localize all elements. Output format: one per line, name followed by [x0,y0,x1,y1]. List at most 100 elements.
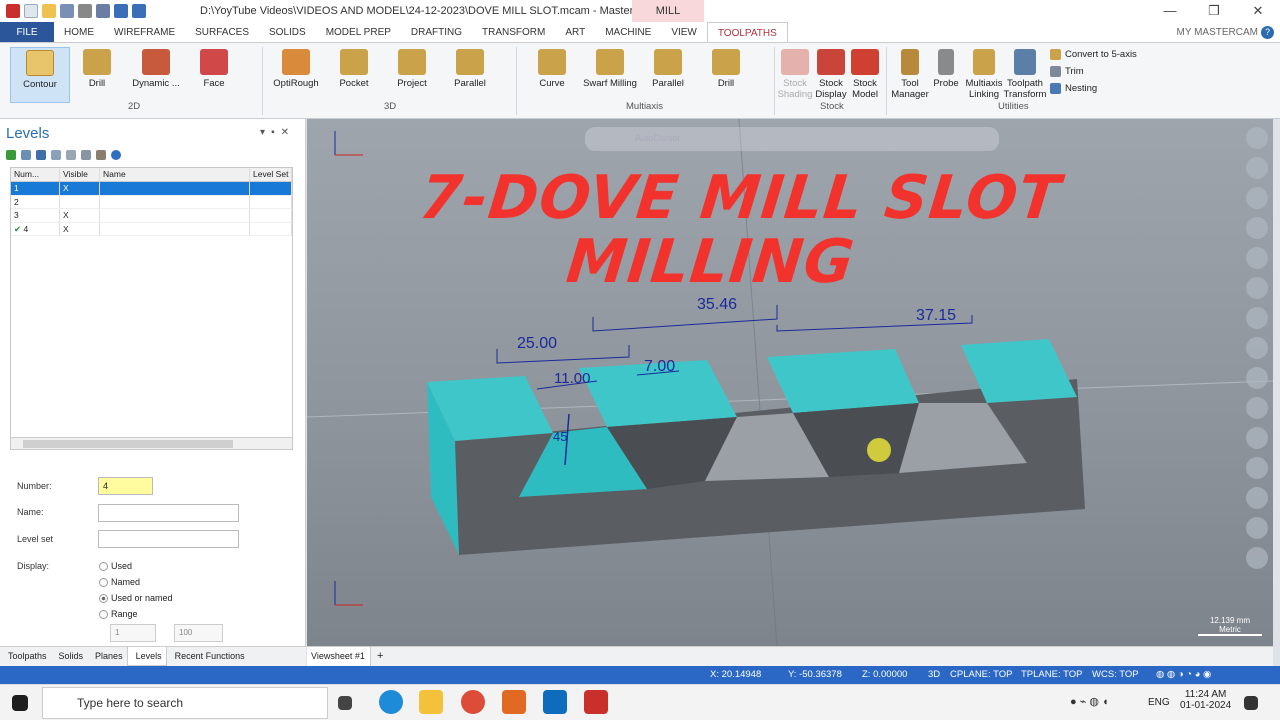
help-circle-icon[interactable] [111,150,121,160]
viewsheet-tab[interactable]: Viewsheet #1 [307,647,371,666]
tray-icons[interactable]: ● ⌁ ◍ ◖ [1070,695,1109,708]
radio-used-or-named[interactable]: Used or named [99,593,173,603]
radio-used[interactable]: Used [99,561,132,571]
level-set-field[interactable] [98,530,239,548]
toolpath-transform-button[interactable]: Toolpath Transform [1000,47,1050,103]
quick-mask-icon[interactable] [1246,337,1268,359]
quick-mask-icon[interactable] [1246,127,1268,149]
quick-mask-icon[interactable] [1246,247,1268,269]
add-level-icon[interactable] [6,150,16,160]
parallel-multi-button[interactable]: Parallel [638,47,698,103]
tab-home[interactable]: HOME [54,22,104,42]
tab-art[interactable]: ART [555,22,595,42]
tab-toolpaths-manager[interactable]: Toolpaths [0,647,51,666]
tab-surfaces[interactable]: SURFACES [185,22,259,42]
range-to-field[interactable]: 100 [174,624,223,642]
tab-model-prep[interactable]: MODEL PREP [316,22,401,42]
redo-icon[interactable] [132,4,146,18]
tab-machine[interactable]: MACHINE [595,22,661,42]
doc-icon[interactable] [81,150,91,160]
name-field[interactable] [98,504,239,522]
trim-button[interactable]: Trim [1050,66,1084,77]
tab-file[interactable]: FILE [0,22,54,42]
drill-multi-button[interactable]: Drill [696,47,756,103]
file-explorer-icon[interactable] [419,690,443,714]
radio-named[interactable]: Named [99,577,140,587]
quick-mask-icon[interactable] [1246,157,1268,179]
new-file-icon[interactable] [24,4,38,18]
windows-start-icon[interactable] [12,695,28,711]
tab-levels-manager[interactable]: Levels [126,647,167,666]
row-visible[interactable]: X [60,209,100,222]
quick-mask-icon[interactable] [1246,277,1268,299]
table-row[interactable]: 3 X [11,209,292,223]
drill-2d-button[interactable]: Drill [67,47,127,103]
tplane-status[interactable]: TPLANE: TOP [1021,669,1082,680]
scroll-thumb[interactable] [23,440,233,448]
swarf-milling-button[interactable]: Swarf Milling [580,47,640,103]
outlook-icon[interactable] [543,690,567,714]
convert-5axis-button[interactable]: Convert to 5-axis [1050,49,1137,60]
row-visible[interactable] [60,195,100,208]
edge-icon[interactable] [379,690,403,714]
pocket-button[interactable]: Pocket [324,47,384,103]
notifications-icon[interactable] [1244,696,1258,710]
quick-mask-icon[interactable] [1246,307,1268,329]
nesting-button[interactable]: Nesting [1050,83,1097,94]
mode-3d[interactable]: 3D [928,669,940,680]
graphics-viewport[interactable]: 25.00 11.00 7.00 35.46 37.15 45 AutoCurs… [307,119,1273,646]
col-visible[interactable]: Visible [60,168,100,181]
wcs-status[interactable]: WCS: TOP [1092,669,1139,680]
add-viewsheet-button[interactable]: + [377,650,383,662]
curve-button[interactable]: Curve [522,47,582,103]
quick-mask-icon[interactable] [1246,187,1268,209]
face-button[interactable]: Face [184,47,244,103]
tab-toolpaths[interactable]: TOOLPATHS [706,22,788,42]
optirough-button[interactable]: OptiRough [266,47,326,103]
row-visible[interactable]: X [60,222,100,235]
minimize-button[interactable]: — [1148,0,1192,22]
tab-wireframe[interactable]: WIREFRAME [104,22,185,42]
save-icon[interactable] [60,4,74,18]
copy-icon[interactable] [66,150,76,160]
open-folder-icon[interactable] [42,4,56,18]
gear-icon[interactable] [96,150,106,160]
col-level-set[interactable]: Level Set [250,168,292,181]
layers-icon[interactable] [36,150,46,160]
chrome-icon[interactable] [461,690,485,714]
quick-mask-icon[interactable] [1246,487,1268,509]
range-from-field[interactable]: 1 [110,624,156,642]
clock[interactable]: 11:24 AM 01-01-2024 [1180,689,1231,711]
my-mastercam-link[interactable]: MY MASTERCAM [1177,27,1259,38]
project-button[interactable]: Project [382,47,442,103]
quick-mask-icon[interactable] [1246,547,1268,569]
mastercam-taskbar-icon[interactable] [584,690,608,714]
quick-mask-icon[interactable] [1246,367,1268,389]
quick-mask-icon[interactable] [1246,427,1268,449]
stock-model-button[interactable]: Stock Model [842,47,888,103]
panel-controls[interactable]: ▾▪✕ [260,127,295,138]
horizontal-scrollbar[interactable] [11,437,292,449]
help-icon[interactable]: ? [1261,26,1274,39]
quick-mask-icon[interactable] [1246,397,1268,419]
number-field[interactable]: 4 [98,477,153,495]
tab-drafting[interactable]: DRAFTING [401,22,472,42]
row-visible[interactable]: X [60,182,100,195]
snip-icon[interactable] [502,690,526,714]
close-button[interactable]: ✕ [1236,0,1280,22]
table-row[interactable]: ✔ 4 X [11,222,292,236]
parallel-3d-button[interactable]: Parallel [440,47,500,103]
task-view-icon[interactable] [338,696,352,710]
find-icon[interactable] [21,150,31,160]
radio-range[interactable]: Range [99,609,138,619]
table-row[interactable]: 1 X [11,182,292,196]
tab-transform[interactable]: TRANSFORM [472,22,555,42]
print-icon[interactable] [78,4,92,18]
quick-mask-icon[interactable] [1246,217,1268,239]
restore-button[interactable]: ❐ [1192,0,1236,22]
quick-mask-icon[interactable] [1246,517,1268,539]
autocursor-toolbar[interactable]: AutoCursor [585,127,999,151]
col-number[interactable]: Num... [11,168,60,181]
table-row[interactable]: 2 [11,195,292,209]
tab-recent-functions[interactable]: Recent Functions [167,647,249,666]
